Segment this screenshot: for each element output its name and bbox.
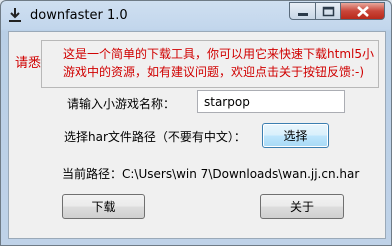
minimize-icon xyxy=(298,13,308,16)
about-button[interactable]: 关于 xyxy=(260,194,344,219)
minimize-button[interactable] xyxy=(289,2,316,20)
har-path-label: 选择har文件路径（不要有中文）： xyxy=(64,130,246,144)
maximize-icon xyxy=(322,6,335,17)
notice-text: 这是一个简单的下载工具，你可以用它来快速下载html5小游戏中的资源，如有建议问… xyxy=(63,47,374,79)
close-icon xyxy=(357,6,369,17)
game-name-input[interactable] xyxy=(197,90,345,113)
close-button[interactable] xyxy=(340,2,385,20)
app-window: downfaster 1.0 请悉知 这是一个简单的下载工具，你可以用它来快速下… xyxy=(0,0,392,246)
download-icon xyxy=(8,7,22,23)
game-name-label: 请输入小游戏名称： xyxy=(67,97,176,111)
title-bar[interactable]: downfaster 1.0 xyxy=(1,1,391,31)
choose-file-button[interactable]: 选择 xyxy=(262,123,329,148)
download-button[interactable]: 下载 xyxy=(62,194,145,219)
current-path-text: 当前路径：C:\Users\win 7\Downloads\wan.jj.cn.… xyxy=(62,167,360,181)
client-area: 请悉知 这是一个简单的下载工具，你可以用它来快速下载html5小游戏中的资源，如… xyxy=(8,31,386,239)
window-title: downfaster 1.0 xyxy=(30,8,128,23)
notice-groupbox: 这是一个简单的下载工具，你可以用它来快速下载html5小游戏中的资源，如有建议问… xyxy=(41,40,379,88)
maximize-button[interactable] xyxy=(315,2,341,20)
